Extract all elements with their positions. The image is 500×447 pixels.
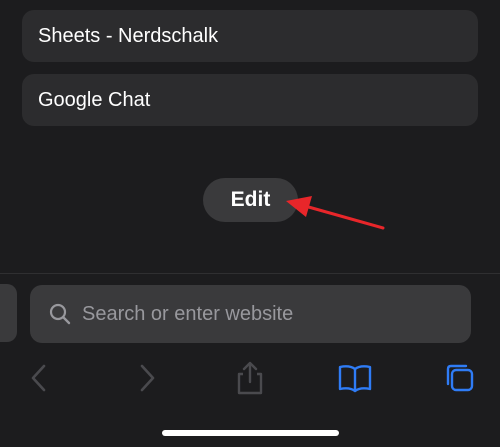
back-icon[interactable] [22, 360, 58, 396]
search-placeholder: Search or enter website [82, 302, 294, 325]
search-icon [49, 303, 71, 325]
share-icon[interactable] [232, 360, 268, 396]
search-input[interactable]: Search or enter website [30, 285, 471, 343]
previous-tab-stub[interactable] [0, 284, 17, 342]
bookmarks-icon[interactable] [337, 360, 373, 396]
home-indicator [162, 430, 339, 436]
tabs-icon[interactable] [442, 360, 478, 396]
forward-icon[interactable] [130, 360, 166, 396]
